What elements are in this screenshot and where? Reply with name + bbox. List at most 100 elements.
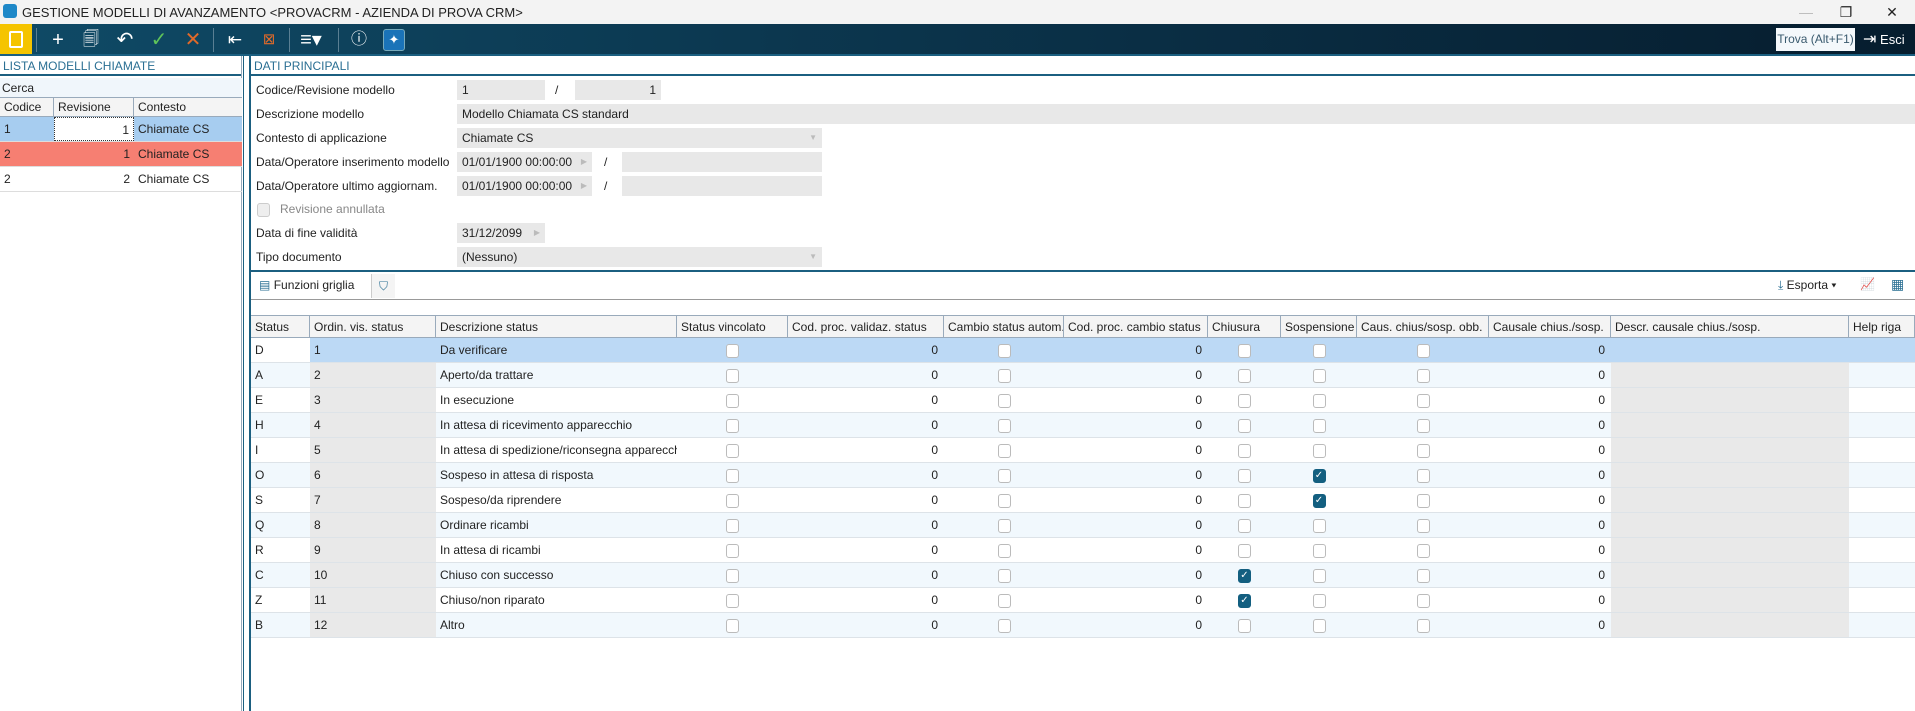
ins-date-field[interactable]: 01/01/1900 00:00:00 ▶ bbox=[457, 152, 592, 172]
cell-status-vincolato[interactable] bbox=[677, 438, 788, 462]
checkbox[interactable] bbox=[726, 393, 739, 408]
col-header[interactable]: Ordin. vis. status bbox=[310, 316, 436, 338]
cell-cambio-autom[interactable] bbox=[944, 363, 1064, 387]
cell-help[interactable] bbox=[1849, 538, 1915, 562]
ins-operator-field[interactable] bbox=[622, 152, 822, 172]
close-icon[interactable]: ✕ bbox=[1872, 2, 1912, 22]
cell-chiusura[interactable] bbox=[1208, 438, 1281, 462]
checkbox[interactable] bbox=[1416, 593, 1430, 608]
cell-ordine[interactable]: 3 bbox=[310, 388, 436, 412]
chart-icon[interactable]: 📈 bbox=[1860, 277, 1875, 291]
cell-status-vincolato[interactable] bbox=[677, 488, 788, 512]
checkbox[interactable] bbox=[1416, 443, 1430, 458]
table-row[interactable]: Z 11 Chiuso/non riparato 0 0 ✓ 0 bbox=[251, 588, 1915, 613]
checkbox[interactable] bbox=[1238, 543, 1251, 558]
cell-help[interactable] bbox=[1849, 613, 1915, 637]
checkbox[interactable] bbox=[1416, 468, 1430, 483]
delete-icon[interactable]: ⊠ bbox=[254, 27, 284, 53]
col-header[interactable]: Causale chius./sosp. bbox=[1489, 316, 1611, 338]
cell-sospensione[interactable] bbox=[1281, 538, 1357, 562]
undo-icon[interactable]: ↶ bbox=[110, 27, 140, 53]
checkbox[interactable] bbox=[1312, 368, 1326, 383]
table-row[interactable]: I 5 In attesa di spedizione/riconsegna app… bbox=[251, 438, 1915, 463]
find-button[interactable]: Trova (Alt+F1) bbox=[1776, 28, 1855, 51]
checkbox[interactable] bbox=[726, 368, 739, 383]
cell-ordine[interactable]: 6 bbox=[310, 463, 436, 487]
cell-status[interactable]: I bbox=[251, 438, 310, 462]
checkbox[interactable] bbox=[1238, 468, 1251, 483]
assistant-icon[interactable]: ✦ bbox=[383, 29, 405, 51]
cell-chiusura[interactable]: ✓ bbox=[1208, 563, 1281, 587]
cell-ordine[interactable]: 2 bbox=[310, 363, 436, 387]
grid-functions-button[interactable]: ▤ Funzioni griglia bbox=[259, 278, 354, 292]
cell-status-vincolato[interactable] bbox=[677, 463, 788, 487]
cell-chiusura[interactable] bbox=[1208, 488, 1281, 512]
cell-help[interactable] bbox=[1849, 563, 1915, 587]
help-icon[interactable]: ⓘ bbox=[344, 27, 374, 53]
col-revisione[interactable]: Revisione bbox=[54, 98, 134, 116]
cell-caus-obb[interactable] bbox=[1357, 488, 1489, 512]
cell-status-vincolato[interactable] bbox=[677, 563, 788, 587]
cell-descrizione[interactable]: Da verificare bbox=[436, 338, 677, 362]
cell-ordine[interactable]: 8 bbox=[310, 513, 436, 537]
checkbox[interactable] bbox=[1312, 343, 1326, 358]
cell-caus-obb[interactable] bbox=[1357, 463, 1489, 487]
checkbox[interactable] bbox=[1238, 343, 1251, 358]
cell-ordine[interactable]: 10 bbox=[310, 563, 436, 587]
cell-cod-validaz[interactable]: 0 bbox=[788, 563, 944, 587]
cell-caus-obb[interactable] bbox=[1357, 563, 1489, 587]
cell-cod-cambio[interactable]: 0 bbox=[1064, 588, 1208, 612]
cell-descrizione[interactable]: In attesa di ricambi bbox=[436, 538, 677, 562]
table-row[interactable]: A 2 Aperto/da trattare 0 0 0 bbox=[251, 363, 1915, 388]
cell-status[interactable]: B bbox=[251, 613, 310, 637]
panel-splitter[interactable] bbox=[243, 56, 251, 711]
cell-ordine[interactable]: 9 bbox=[310, 538, 436, 562]
cell-cambio-autom[interactable] bbox=[944, 388, 1064, 412]
cell-status[interactable]: H bbox=[251, 413, 310, 437]
checkbox[interactable] bbox=[1312, 518, 1326, 533]
checkbox[interactable] bbox=[1238, 518, 1251, 533]
cell-chiusura[interactable] bbox=[1208, 413, 1281, 437]
checkbox[interactable] bbox=[1312, 543, 1326, 558]
cell-descrizione[interactable]: In esecuzione bbox=[436, 388, 677, 412]
checkbox[interactable] bbox=[1416, 418, 1430, 433]
exit-button[interactable]: ⇥ Esci bbox=[1863, 28, 1905, 51]
cell-cod-cambio[interactable]: 0 bbox=[1064, 338, 1208, 362]
panel-toggle-button[interactable] bbox=[0, 24, 32, 54]
filter-icon[interactable]: ⛉ bbox=[371, 274, 395, 298]
checkbox[interactable] bbox=[726, 518, 739, 533]
cell-sospensione[interactable]: ✓ bbox=[1281, 488, 1357, 512]
cell-status[interactable]: E bbox=[251, 388, 310, 412]
cell-descrizione[interactable]: In attesa di ricevimento apparecchio bbox=[436, 413, 677, 437]
cell-cambio-autom[interactable] bbox=[944, 338, 1064, 362]
checkbox[interactable] bbox=[1312, 568, 1326, 583]
checkbox[interactable] bbox=[726, 443, 739, 458]
grid-layout-icon[interactable]: ▦ bbox=[1891, 276, 1904, 293]
checkbox[interactable] bbox=[997, 443, 1011, 458]
cell-status[interactable]: A bbox=[251, 363, 310, 387]
cell-causale[interactable]: 0 bbox=[1489, 488, 1611, 512]
cell-ordine[interactable]: 1 bbox=[310, 338, 436, 362]
checkbox[interactable] bbox=[1238, 368, 1251, 383]
checkbox[interactable] bbox=[726, 568, 739, 583]
cell-descr-causale[interactable] bbox=[1611, 613, 1849, 637]
cell-chiusura[interactable] bbox=[1208, 538, 1281, 562]
checkbox[interactable] bbox=[1312, 393, 1326, 408]
checkbox[interactable] bbox=[997, 343, 1011, 358]
cell-causale[interactable]: 0 bbox=[1489, 413, 1611, 437]
cell-status-vincolato[interactable] bbox=[677, 413, 788, 437]
table-row[interactable]: O 6 Sospeso in attesa di risposta 0 0 ✓ 0 bbox=[251, 463, 1915, 488]
cell-help[interactable] bbox=[1849, 588, 1915, 612]
cell-cambio-autom[interactable] bbox=[944, 538, 1064, 562]
cell-cambio-autom[interactable] bbox=[944, 413, 1064, 437]
checkbox-checked[interactable]: ✓ bbox=[1238, 593, 1251, 608]
cell-caus-obb[interactable] bbox=[1357, 388, 1489, 412]
cell-descrizione[interactable]: Sospeso in attesa di risposta bbox=[436, 463, 677, 487]
cell-help[interactable] bbox=[1849, 338, 1915, 362]
cell-help[interactable] bbox=[1849, 388, 1915, 412]
checkbox[interactable] bbox=[1416, 618, 1430, 633]
checkbox-checked[interactable]: ✓ bbox=[1312, 493, 1326, 508]
cell-cod-cambio[interactable]: 0 bbox=[1064, 363, 1208, 387]
checkbox[interactable] bbox=[726, 593, 739, 608]
cell-sospensione[interactable] bbox=[1281, 338, 1357, 362]
